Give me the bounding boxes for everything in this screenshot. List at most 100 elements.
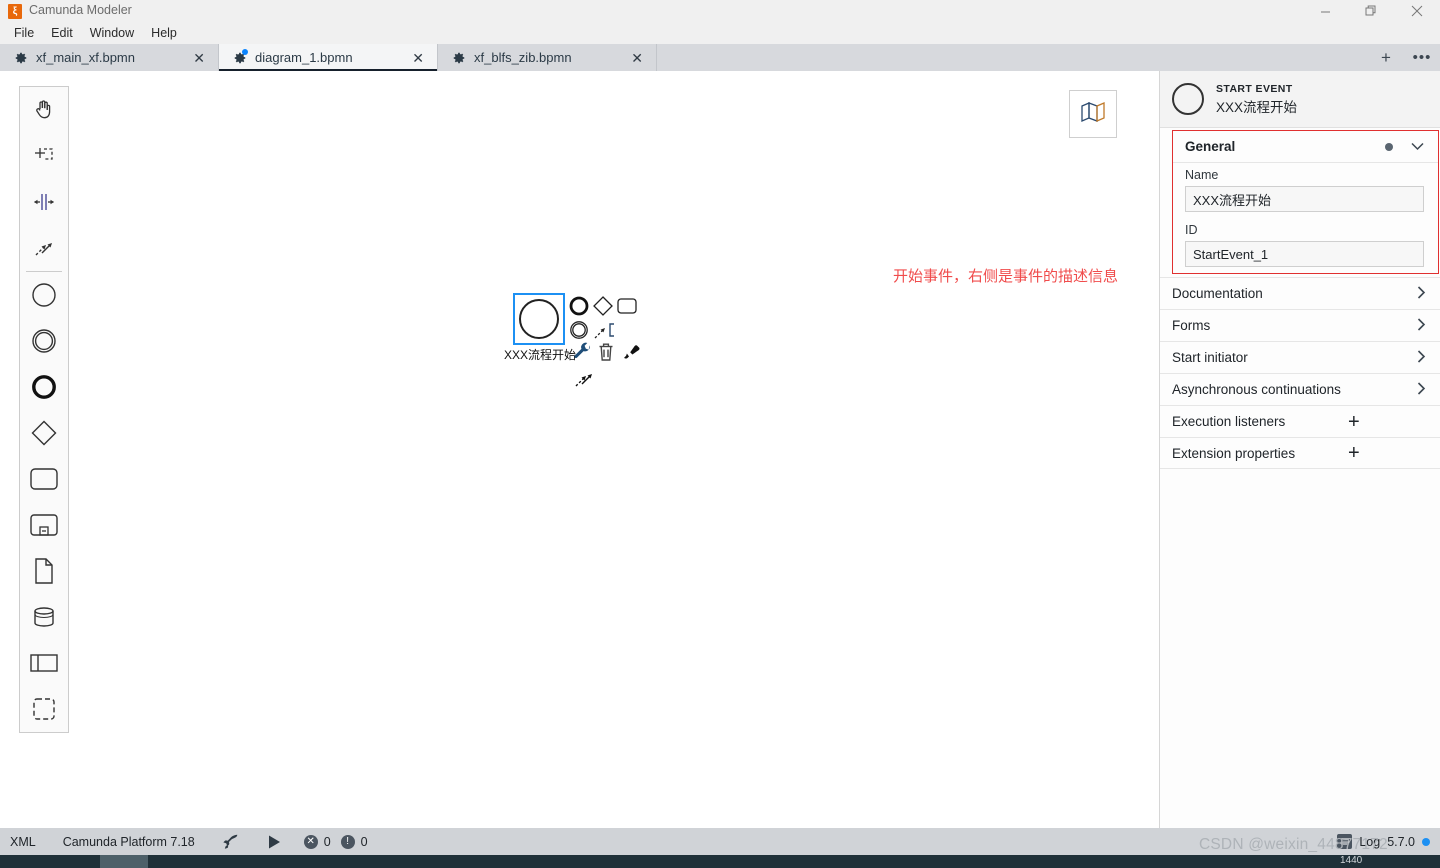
general-group-header[interactable]: General <box>1173 131 1438 163</box>
chevron-down-icon[interactable] <box>1411 140 1424 153</box>
general-group-title: General <box>1185 139 1236 154</box>
data-store-tool[interactable] <box>20 594 68 640</box>
error-badge[interactable]: ✕ 0 <box>303 834 331 849</box>
group-status-dot-icon <box>1385 142 1393 151</box>
participant-tool[interactable] <box>20 640 68 686</box>
data-object-tool[interactable] <box>20 548 68 594</box>
start-event-icon <box>1172 83 1204 115</box>
properties-group-list: Documentation Forms Start initiator Asyn… <box>1160 277 1440 469</box>
append-gateway-icon[interactable] <box>592 295 614 317</box>
wrench-icon[interactable] <box>572 341 594 363</box>
menu-file[interactable]: File <box>6 24 42 42</box>
tab-label: xf_main_xf.bpmn <box>36 50 135 65</box>
taskbar-clock: 1440 <box>1340 855 1363 866</box>
rocket-icon[interactable] <box>222 833 240 851</box>
warning-count: 0 <box>360 834 368 849</box>
map-icon <box>1080 101 1106 128</box>
group-label: Execution listeners <box>1172 414 1286 429</box>
update-available-dot-icon[interactable] <box>1422 837 1430 846</box>
connect-icon[interactable] <box>572 365 598 391</box>
group-documentation[interactable]: Documentation <box>1160 277 1440 309</box>
name-input[interactable] <box>1185 186 1424 212</box>
chevron-right-icon <box>1417 349 1426 366</box>
taskbar-active-item[interactable] <box>100 855 148 868</box>
delete-icon[interactable] <box>596 341 616 363</box>
chevron-right-icon <box>1417 285 1426 302</box>
lasso-tool[interactable] <box>20 133 68 179</box>
append-text-annotation-icon[interactable] <box>592 319 618 341</box>
id-field-label: ID <box>1185 223 1198 237</box>
group-extension-properties[interactable]: Extension properties + <box>1160 437 1440 469</box>
bpmn-canvas[interactable]: XXX流程开始 开始事件，右侧是事件的描述信息 <box>0 71 1159 828</box>
tab-xf-main-xf[interactable]: xf_main_xf.bpmn ✕ <box>0 44 219 71</box>
chevron-right-icon <box>1417 381 1426 398</box>
general-group-highlight: General Name ID <box>1172 130 1439 274</box>
tab-xf-blfs-zib[interactable]: xf_blfs_zib.bpmn ✕ <box>438 44 657 71</box>
hand-tool[interactable] <box>20 87 68 133</box>
menu-bar: File Edit Window Help <box>0 22 1440 44</box>
gear-icon <box>13 50 28 65</box>
start-event-shape[interactable]: XXX流程开始 <box>504 293 576 362</box>
warning-icon: ! <box>340 834 355 849</box>
minimize-button[interactable] <box>1302 0 1348 22</box>
group-asynchronous-continuations[interactable]: Asynchronous continuations <box>1160 373 1440 405</box>
group-forms[interactable]: Forms <box>1160 309 1440 341</box>
group-label: Documentation <box>1172 286 1263 301</box>
annotation-text: 开始事件，右侧是事件的描述信息 <box>893 268 1119 285</box>
properties-panel: START EVENT XXX流程开始 General Name ID <box>1159 71 1440 828</box>
intermediate-event-tool[interactable] <box>20 318 68 364</box>
name-field-wrapper: Name <box>1173 163 1438 218</box>
tab-label: diagram_1.bpmn <box>255 50 353 65</box>
append-end-event-icon[interactable] <box>568 295 590 317</box>
error-count: 0 <box>323 834 331 849</box>
element-name-label: XXX流程开始 <box>1216 99 1298 115</box>
watermark-text: CSDN @weixin_44877172 <box>1199 836 1388 853</box>
append-intermediate-event-icon[interactable] <box>568 319 590 341</box>
camunda-modeler-window: ξ Camunda Modeler File Edit Window Help … <box>0 0 1440 868</box>
tab-close-button[interactable]: ✕ <box>386 51 424 65</box>
close-button[interactable] <box>1394 0 1440 22</box>
gear-icon <box>232 49 248 65</box>
start-event-label: XXX流程开始 <box>504 348 577 362</box>
paintbrush-icon[interactable] <box>620 341 642 363</box>
task-tool[interactable] <box>20 456 68 502</box>
global-connect-tool[interactable] <box>20 225 68 271</box>
tab-overflow-button[interactable]: ••• <box>1404 44 1440 71</box>
warning-badge[interactable]: ! 0 <box>340 834 368 849</box>
subprocess-expanded-tool[interactable] <box>20 502 68 548</box>
menu-help[interactable]: Help <box>143 24 185 42</box>
menu-window[interactable]: Window <box>82 24 142 42</box>
os-taskbar: 1440 <box>0 855 1440 868</box>
error-icon: ✕ <box>303 834 318 849</box>
tab-close-button[interactable]: ✕ <box>605 51 643 65</box>
group-label: Asynchronous continuations <box>1172 382 1341 397</box>
group-tool[interactable] <box>20 686 68 732</box>
maximize-button[interactable] <box>1348 0 1394 22</box>
add-extension-property-icon[interactable]: + <box>1348 443 1360 463</box>
add-execution-listener-icon[interactable]: + <box>1348 412 1360 432</box>
gateway-tool[interactable] <box>20 410 68 456</box>
group-label: Extension properties <box>1172 445 1296 461</box>
chevron-right-icon <box>1417 317 1426 334</box>
start-event-tool[interactable] <box>20 272 68 318</box>
platform-label[interactable]: Camunda Platform 7.18 <box>63 835 195 849</box>
space-tool[interactable] <box>20 179 68 225</box>
new-tab-button[interactable]: + <box>1368 44 1404 71</box>
minimap-toggle-button[interactable] <box>1069 90 1117 138</box>
element-type-label: START EVENT <box>1216 82 1293 95</box>
menu-edit[interactable]: Edit <box>43 24 81 42</box>
end-event-tool[interactable] <box>20 364 68 410</box>
play-icon[interactable] <box>267 834 282 850</box>
window-controls <box>1302 0 1440 22</box>
tab-label: xf_blfs_zib.bpmn <box>474 50 572 65</box>
tab-close-button[interactable]: ✕ <box>167 51 205 65</box>
group-start-initiator[interactable]: Start initiator <box>1160 341 1440 373</box>
selection-outline <box>513 293 565 345</box>
id-input[interactable] <box>1185 241 1424 267</box>
group-execution-listeners[interactable]: Execution listeners + <box>1160 405 1440 437</box>
xml-toggle-button[interactable]: XML <box>10 835 36 849</box>
append-task-icon[interactable] <box>616 297 638 315</box>
group-label: Forms <box>1172 318 1211 333</box>
tab-diagram-1[interactable]: diagram_1.bpmn ✕ <box>219 44 438 71</box>
group-label: Start initiator <box>1172 350 1248 365</box>
